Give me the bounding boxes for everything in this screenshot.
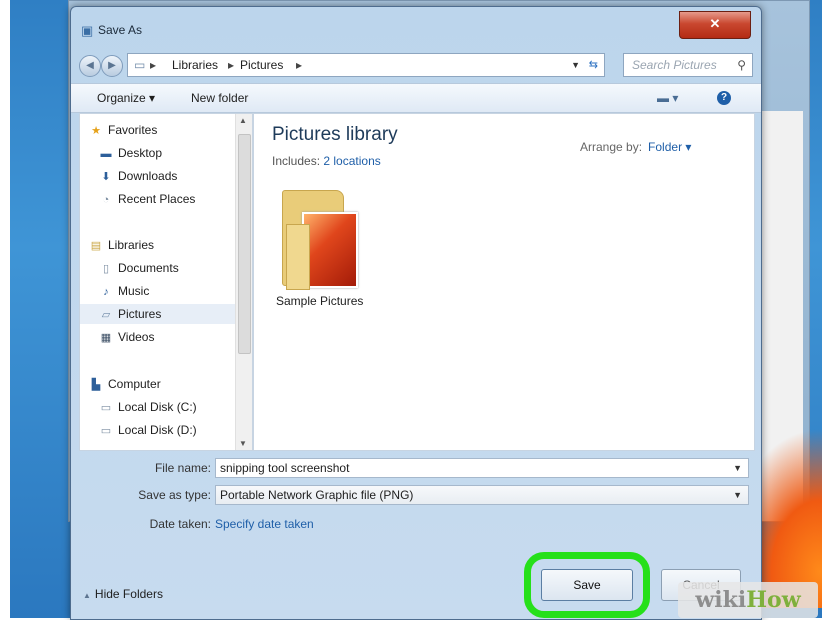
star-icon: ★ bbox=[91, 125, 101, 137]
forward-arrow-icon[interactable]: ▶ bbox=[101, 55, 123, 77]
sidebar-item-pictures[interactable]: ▱ Pictures bbox=[80, 304, 248, 324]
save-as-dialog: ▣ Save As ✕ ◀ ▶ ▭ ▸ Libraries ▸ Pictures… bbox=[70, 6, 762, 620]
nav-scrollbar[interactable]: ▲ ▼ bbox=[235, 114, 252, 450]
computer-icon: ▙ bbox=[91, 379, 101, 391]
title-bar[interactable]: ▣ Save As ✕ bbox=[71, 7, 761, 43]
sidebar-item-local-disk-d[interactable]: ▭ Local Disk (D:) bbox=[98, 420, 197, 440]
folder-name-sample-pictures[interactable]: Sample Pictures bbox=[276, 294, 363, 308]
breadcrumb-pictures[interactable]: Pictures bbox=[240, 54, 283, 76]
search-icon[interactable]: ⚲ bbox=[737, 54, 746, 76]
file-name-label: File name: bbox=[154, 461, 211, 475]
videos-icon: ▦ bbox=[100, 332, 112, 344]
file-list-pane: Pictures library Includes: 2 locations A… bbox=[253, 113, 755, 451]
save-as-type-label: Save as type: bbox=[138, 488, 211, 502]
back-arrow-icon[interactable]: ◀ bbox=[79, 55, 101, 77]
search-placeholder: Search Pictures bbox=[632, 58, 717, 72]
chevron-down-icon[interactable]: ▼ bbox=[733, 459, 742, 477]
save-button[interactable]: Save bbox=[524, 552, 650, 618]
sidebar-item-computer[interactable]: ▙ Computer bbox=[88, 374, 161, 394]
organize-button[interactable]: Organize ▾ bbox=[97, 84, 155, 112]
window-title: Save As bbox=[98, 23, 143, 37]
breadcrumb-separator[interactable]: ▸ bbox=[228, 54, 234, 76]
breadcrumb-libraries[interactable]: Libraries bbox=[172, 54, 218, 76]
library-includes: Includes: 2 locations bbox=[272, 154, 381, 168]
drive-icon: ▭ bbox=[100, 402, 112, 414]
sidebar-item-downloads[interactable]: ⬇ Downloads bbox=[98, 166, 177, 186]
save-as-type-select[interactable]: Portable Network Graphic file (PNG) ▼ bbox=[215, 485, 749, 505]
collapse-icon: ▲ bbox=[83, 591, 91, 600]
scroll-down-icon[interactable]: ▼ bbox=[239, 439, 247, 448]
close-button[interactable]: ✕ bbox=[679, 11, 751, 39]
drive-icon: ▭ bbox=[100, 425, 112, 437]
watermark-logo: wikiHow bbox=[678, 582, 818, 618]
sidebar-item-favorites[interactable]: ★ Favorites bbox=[88, 120, 157, 140]
search-input[interactable]: Search Pictures ⚲ bbox=[623, 53, 753, 77]
sidebar-item-music[interactable]: ♪ Music bbox=[98, 281, 149, 301]
help-icon[interactable]: ? bbox=[717, 91, 731, 105]
breadcrumb-separator[interactable]: ▸ bbox=[150, 54, 156, 76]
breadcrumb-separator[interactable]: ▸ bbox=[296, 54, 302, 76]
music-icon: ♪ bbox=[103, 286, 109, 298]
sidebar-item-libraries[interactable]: ▤ Libraries bbox=[88, 235, 154, 255]
chevron-down-icon[interactable]: ▼ bbox=[571, 54, 580, 76]
scroll-up-icon[interactable]: ▲ bbox=[239, 116, 247, 125]
navigation-pane: ★ Favorites ▬ Desktop ⬇ Downloads ◔ Recent P… bbox=[79, 113, 253, 451]
save-as-icon: ▣ bbox=[81, 23, 94, 38]
arrange-by-dropdown[interactable]: Folder ▾ bbox=[648, 140, 691, 154]
refresh-icon[interactable]: ⇆ bbox=[589, 54, 598, 76]
sidebar-item-desktop[interactable]: ▬ Desktop bbox=[98, 143, 163, 163]
documents-icon: ▯ bbox=[102, 263, 110, 275]
command-toolbar: Organize ▾ New folder ▬ ▾ ? bbox=[71, 83, 761, 113]
sidebar-item-videos[interactable]: ▦ Videos bbox=[98, 327, 155, 347]
scrollbar-thumb[interactable] bbox=[238, 134, 251, 354]
new-folder-button[interactable]: New folder bbox=[191, 84, 248, 112]
chevron-down-icon[interactable]: ▼ bbox=[733, 486, 742, 504]
desktop-icon: ▬ bbox=[100, 148, 112, 160]
pictures-icon: ▱ bbox=[101, 309, 111, 321]
downloads-icon: ⬇ bbox=[101, 171, 111, 183]
sidebar-item-local-disk-c[interactable]: ▭ Local Disk (C:) bbox=[98, 397, 197, 417]
locations-link[interactable]: 2 locations bbox=[323, 154, 380, 168]
address-bar[interactable]: ▭ ▸ Libraries ▸ Pictures ▸ ▼ ⇆ bbox=[127, 53, 605, 77]
sidebar-item-documents[interactable]: ▯ Documents bbox=[98, 258, 179, 278]
libraries-icon: ▤ bbox=[90, 240, 102, 252]
file-name-field[interactable]: snipping tool screenshot ▼ bbox=[215, 458, 749, 478]
navigation-buttons: ◀ ▶ bbox=[79, 55, 123, 77]
location-icon: ▭ bbox=[134, 58, 146, 72]
date-taken-label: Date taken: bbox=[149, 517, 211, 531]
folder-icon[interactable] bbox=[282, 184, 364, 290]
change-view-icon[interactable]: ▬ ▾ bbox=[657, 84, 678, 112]
arrange-by: Arrange by: Folder ▾ bbox=[580, 140, 692, 154]
library-title: Pictures library bbox=[272, 124, 398, 145]
specify-date-taken-link[interactable]: Specify date taken bbox=[215, 514, 314, 534]
sidebar-item-recent-places[interactable]: ◔ Recent Places bbox=[98, 189, 196, 209]
recent-places-icon: ◔ bbox=[102, 194, 110, 206]
hide-folders-button[interactable]: ▲ Hide Folders bbox=[83, 584, 163, 606]
